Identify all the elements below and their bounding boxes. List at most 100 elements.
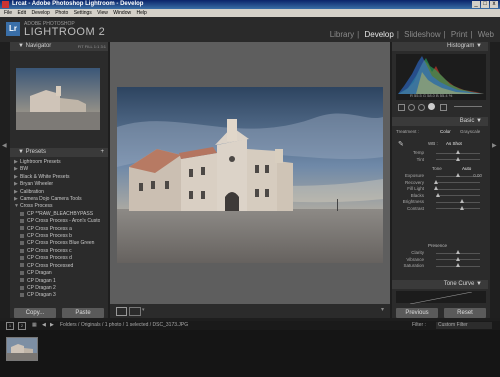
slider-track[interactable] (436, 182, 480, 183)
navigator-preview[interactable] (16, 68, 100, 130)
menu-edit[interactable]: Edit (17, 10, 26, 16)
before-after-view-icon[interactable] (129, 307, 141, 316)
crop-tool-icon[interactable] (398, 104, 405, 111)
slider-knob[interactable] (456, 173, 460, 177)
preset-folder[interactable]: ▶ Camera Dojo Camera Tools (14, 196, 100, 203)
module-library[interactable]: Library (330, 30, 354, 39)
menu-help[interactable]: Help (136, 10, 146, 16)
zoom-1-1[interactable]: 1:1 (94, 44, 100, 49)
navigator-header[interactable]: ▼ Navigator FIT FILL 1:1 3:1 (10, 42, 108, 51)
slider-knob[interactable] (436, 192, 441, 197)
treatment-color[interactable]: Color (440, 129, 451, 134)
slider-label: Tint (416, 156, 424, 162)
back-arrow-icon[interactable]: ◀ (42, 321, 46, 330)
slider-track[interactable] (436, 208, 480, 209)
zoom-fit[interactable]: FIT (78, 44, 84, 49)
module-web[interactable]: Web (478, 30, 494, 39)
menu-photo[interactable]: Photo (55, 10, 68, 16)
grid-view-icon[interactable]: ▦ (32, 321, 37, 330)
right-panel-edge[interactable]: ▶ (490, 42, 500, 318)
page-2-button[interactable]: 2 (18, 322, 26, 330)
slider-track[interactable] (436, 188, 480, 190)
slider-knob[interactable] (460, 199, 465, 203)
preset-item[interactable]: CP Cross Processed (14, 263, 100, 270)
slider-knob[interactable] (456, 250, 460, 254)
title-bar: Lrcat - Adobe Photoshop Lightroom - Deve… (0, 0, 500, 9)
slider-track[interactable] (436, 195, 480, 196)
presets-header[interactable]: ▼ Presets + (10, 148, 108, 157)
preset-item[interactable]: CP Cross Process a (14, 226, 100, 233)
menu-develop[interactable]: Develop (31, 10, 49, 16)
left-panel-edge[interactable]: ◀ (0, 42, 10, 318)
preset-item[interactable]: CP Dragan 2 (14, 285, 100, 292)
loupe-view-icon[interactable] (116, 307, 127, 316)
preset-item[interactable]: CP **RAW_BLEACHBYPASS (14, 211, 100, 218)
module-print[interactable]: Print (451, 30, 467, 39)
module-slideshow[interactable]: Slideshow (404, 30, 440, 39)
tone-curve-graph[interactable] (396, 291, 486, 305)
page-1-button[interactable]: 1 (6, 322, 14, 330)
filter-dropdown[interactable]: Custom Filter (436, 322, 492, 329)
treatment-label: Treatment : (396, 129, 419, 134)
slider-knob[interactable] (434, 179, 438, 184)
previous-button[interactable]: Previous (396, 308, 438, 318)
toolbar-menu-icon[interactable]: ▾ (381, 306, 384, 313)
preset-folder[interactable]: ▼Cross Process (14, 203, 100, 210)
treatment-grayscale[interactable]: Grayscale (460, 129, 480, 134)
source-path[interactable]: Folders / Originals / 1 photo / 1 select… (60, 321, 188, 330)
slider-knob[interactable] (434, 186, 438, 190)
slider-value[interactable]: 0.00 (473, 173, 482, 178)
slider-knob[interactable] (456, 256, 460, 261)
auto-tone-button[interactable]: Auto (462, 166, 471, 171)
preset-item[interactable]: CP Dragan (14, 270, 100, 277)
menu-window[interactable]: Window (113, 10, 131, 16)
collapse-left-icon[interactable]: ◀ (2, 142, 7, 149)
minimize-button[interactable]: _ (472, 1, 480, 8)
preset-item[interactable]: CP Cross Process b (14, 233, 100, 240)
preset-folder[interactable]: ▶ BW (14, 166, 100, 173)
preset-item[interactable]: CP Cross Process - Aron's Custo... (14, 218, 100, 225)
forward-arrow-icon[interactable]: ▶ (50, 321, 54, 330)
module-develop[interactable]: Develop (364, 30, 393, 39)
preset-folder[interactable]: ▶ Lightroom Presets (14, 159, 100, 166)
preset-folder[interactable]: ▶ Calibration (14, 189, 100, 196)
main-photo[interactable] (117, 87, 383, 263)
reset-button[interactable]: Reset (444, 308, 486, 318)
preset-item[interactable]: CP Cross Process d (14, 255, 100, 262)
add-preset-icon[interactable]: + (100, 148, 104, 157)
red-eye-icon[interactable] (418, 104, 425, 111)
tool-slider[interactable] (454, 106, 482, 107)
view-options-icon[interactable]: ▾ (142, 307, 145, 313)
preset-item[interactable]: CP Dragan 3 (14, 292, 100, 299)
white-balance-picker-icon[interactable]: ✎ (398, 140, 404, 148)
slider-knob[interactable] (460, 205, 465, 210)
preset-item[interactable]: CP Cross Process Blue Green (14, 240, 100, 247)
filmstrip-thumbnail[interactable] (6, 337, 38, 361)
wb-value[interactable]: As Shot (446, 141, 462, 146)
preset-item[interactable]: CP Dragan 1 (14, 278, 100, 285)
menu-file[interactable]: File (4, 10, 12, 16)
preset-folder[interactable]: ▶ Black & White Presets (14, 174, 100, 181)
slider-knob[interactable] (456, 263, 460, 267)
slider-track[interactable] (436, 201, 480, 203)
preset-folder[interactable]: ▶ Bryan Wheeler (14, 181, 100, 188)
spot-removal-icon[interactable] (408, 104, 415, 111)
basic-header[interactable]: Basic ▼ (392, 117, 488, 126)
menu-view[interactable]: View (97, 10, 108, 16)
close-button[interactable]: x (490, 1, 498, 8)
zoom-fill[interactable]: FILL (85, 44, 93, 49)
graduated-filter-icon[interactable] (428, 103, 435, 110)
histogram-header[interactable]: Histogram ▼ (392, 42, 488, 51)
copy-button[interactable]: Copy... (14, 308, 56, 318)
paste-button[interactable]: Paste (62, 308, 104, 318)
menu-settings[interactable]: Settings (74, 10, 92, 16)
maximize-button[interactable]: □ (481, 1, 489, 8)
slider-knob[interactable] (456, 156, 460, 161)
collapse-right-icon[interactable]: ▶ (492, 142, 497, 149)
preset-item[interactable]: CP Cross Process c (14, 248, 100, 255)
slider-knob[interactable] (456, 150, 460, 154)
tone-curve-header[interactable]: Tone Curve ▼ (392, 280, 488, 289)
zoom-3-1[interactable]: 3:1 (100, 44, 106, 49)
adjustment-brush-icon[interactable] (440, 104, 447, 111)
wb-sliders: Temp Tint (396, 150, 486, 163)
